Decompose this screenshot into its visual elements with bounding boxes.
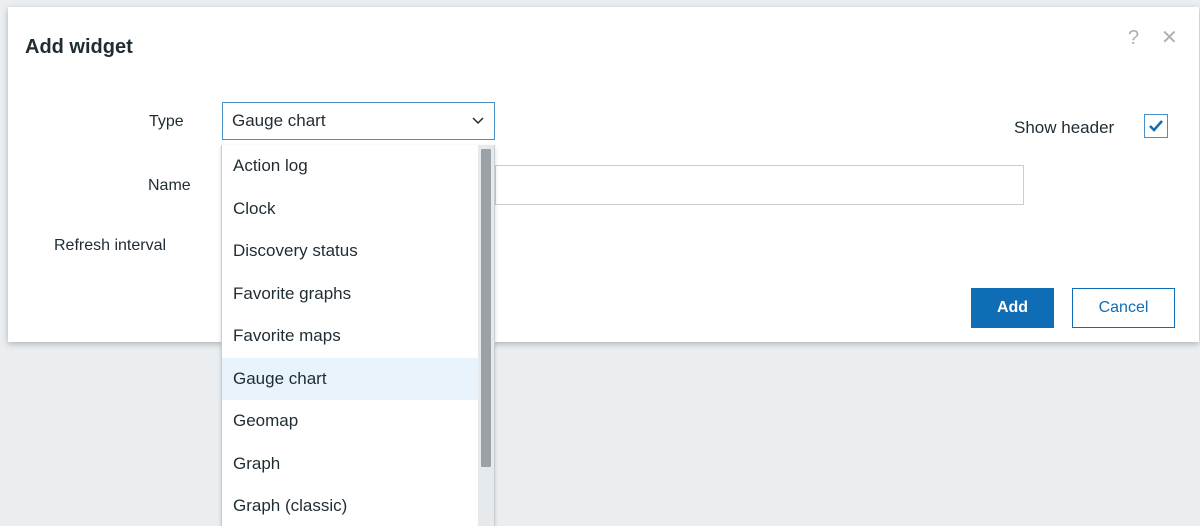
- dropdown-option[interactable]: Favorite maps: [222, 315, 494, 358]
- add-widget-dialog: Add widget ? ✕ Type Gauge chart Show hea…: [8, 7, 1199, 342]
- dropdown-option[interactable]: Graph (classic): [222, 485, 494, 526]
- dropdown-option[interactable]: Clock: [222, 188, 494, 231]
- show-header-checkbox[interactable]: [1144, 114, 1168, 138]
- dropdown-option[interactable]: Gauge chart: [222, 357, 494, 400]
- type-label: Type: [149, 113, 184, 130]
- help-icon[interactable]: ?: [1128, 28, 1139, 48]
- dialog-title: Add widget: [25, 36, 133, 58]
- type-select-value: Gauge chart: [232, 111, 326, 130]
- scrollbar-thumb[interactable]: [481, 149, 491, 467]
- dropdown-option[interactable]: Graph: [222, 443, 494, 486]
- refresh-interval-label: Refresh interval: [54, 237, 167, 254]
- name-input[interactable]: [495, 165, 1024, 205]
- checkmark-icon: [1149, 120, 1163, 132]
- name-label: Name: [148, 177, 191, 194]
- cancel-button[interactable]: Cancel: [1072, 288, 1175, 328]
- type-select[interactable]: Gauge chart: [222, 102, 495, 140]
- type-dropdown-list: Action log Clock Discovery status Favorite …: [221, 145, 495, 526]
- add-button[interactable]: Add: [971, 288, 1054, 328]
- dropdown-option[interactable]: Discovery status: [222, 230, 494, 273]
- dropdown-option[interactable]: Geomap: [222, 400, 494, 443]
- dropdown-option[interactable]: Favorite graphs: [222, 273, 494, 316]
- dropdown-option[interactable]: Action log: [222, 145, 494, 188]
- dropdown-options: Action log Clock Discovery status Favorite …: [222, 145, 494, 526]
- close-icon[interactable]: ✕: [1161, 28, 1178, 48]
- show-header-label: Show header: [1014, 118, 1115, 137]
- scrollbar-track[interactable]: [478, 145, 494, 526]
